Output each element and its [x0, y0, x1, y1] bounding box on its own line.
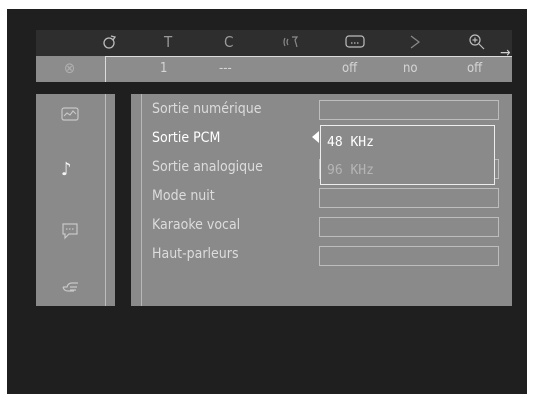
- side-menu: ♪: [36, 94, 115, 306]
- panel-vertical-line: [141, 94, 142, 306]
- picture-icon[interactable]: [61, 106, 79, 125]
- music-note-icon[interactable]: ♪: [61, 161, 71, 179]
- chapter-value[interactable]: ---: [219, 61, 232, 76]
- value-field-sortie-numerique[interactable]: [319, 100, 499, 120]
- side-divider: [105, 94, 115, 306]
- menu-item-sortie-analogique[interactable]: Sortie analogique: [152, 159, 263, 175]
- dropdown-option-96khz[interactable]: 96 KHz: [327, 163, 374, 178]
- icon-toolbar: T C: [36, 30, 512, 56]
- menu-item-sortie-numerique[interactable]: Sortie numérique: [152, 101, 261, 117]
- zoom-value[interactable]: off: [467, 61, 482, 76]
- pcm-dropdown[interactable]: 48 KHz 96 KHz: [320, 125, 495, 185]
- value-field-mode-nuit[interactable]: [319, 188, 499, 208]
- angle-icon[interactable]: [409, 34, 423, 53]
- zoom-icon[interactable]: [468, 33, 486, 54]
- subtitle-icon[interactable]: [345, 34, 365, 53]
- value-bar: ⊗ 1 --- off no off: [36, 56, 512, 82]
- audio-value[interactable]: off: [342, 61, 357, 76]
- value-field-haut-parleurs[interactable]: [319, 246, 499, 266]
- value-bar-topline: [105, 56, 512, 57]
- title-value[interactable]: 1: [160, 61, 167, 76]
- chapter-icon[interactable]: C: [224, 35, 233, 50]
- selection-arrow-icon: [312, 131, 319, 143]
- title-icon[interactable]: T: [164, 35, 172, 50]
- value-bar-divider: [105, 56, 106, 82]
- speech-bubble-icon[interactable]: [61, 222, 79, 243]
- menu-item-sortie-pcm[interactable]: Sortie PCM: [152, 130, 220, 146]
- disc-icon: ⊗: [64, 59, 76, 77]
- menu-item-mode-nuit[interactable]: Mode nuit: [152, 188, 215, 204]
- value-field-karaoke-vocal[interactable]: [319, 217, 499, 237]
- hand-icon[interactable]: [61, 279, 81, 298]
- player-icon[interactable]: [101, 34, 117, 53]
- audio-icon[interactable]: [282, 34, 302, 53]
- angle-value[interactable]: no: [403, 61, 418, 76]
- menu-item-haut-parleurs[interactable]: Haut-parleurs: [152, 246, 239, 262]
- menu-item-karaoke-vocal[interactable]: Karaoke vocal: [152, 217, 240, 233]
- dropdown-option-48khz[interactable]: 48 KHz: [327, 135, 374, 150]
